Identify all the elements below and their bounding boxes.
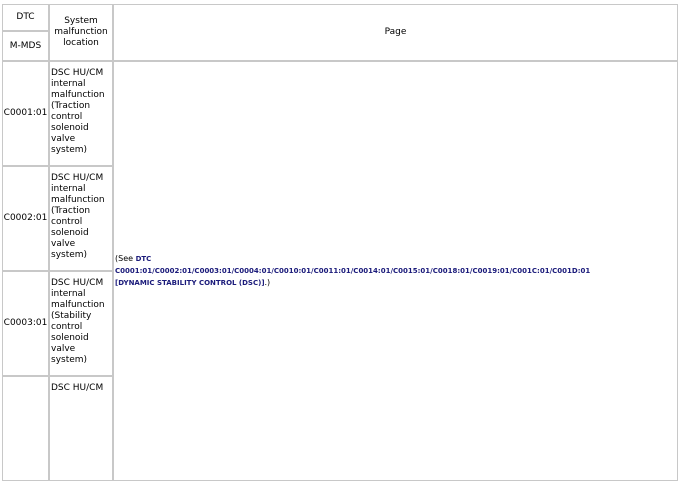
location-line: control [51, 322, 83, 332]
header-dtc: DTC [2, 4, 49, 31]
dtc-link-label[interactable]: DTC [136, 255, 152, 263]
header-location: System malfunction location [49, 4, 113, 61]
page-ref-line-2: C0001:01/C0002:01/C0003:01/C0004:01/C001… [115, 265, 677, 277]
location-line: malfunction [51, 90, 105, 100]
header-location-line: malfunction [54, 27, 108, 37]
location-line: control [51, 112, 83, 122]
header-page: Page [113, 4, 678, 61]
page-reference: (See DTC C0001:01/C0002:01/C0003:01/C000… [113, 61, 678, 481]
page-ref-line-1: (See DTC [115, 253, 677, 265]
malfunction-location: DSC HU/CM [49, 376, 113, 481]
location-line: internal [51, 79, 86, 89]
location-line: system) [51, 145, 88, 155]
location-line: internal [51, 184, 86, 194]
location-line: solenoid [51, 333, 89, 343]
location-line: DSC HU/CM [51, 68, 104, 78]
location-line: valve [51, 134, 76, 144]
location-line: valve [51, 344, 76, 354]
location-line: system) [51, 250, 88, 260]
page-ref-suffix: .) [264, 278, 271, 287]
header-mmds: M-MDS [2, 31, 49, 61]
location-line: DSC HU/CM [51, 173, 104, 183]
page-ref-prefix: (See [115, 254, 136, 263]
location-line: (Traction [51, 206, 91, 216]
dsc-section-link[interactable]: [DYNAMIC STABILITY CONTROL (DSC)] [115, 279, 265, 287]
location-line: system) [51, 355, 88, 365]
location-line: solenoid [51, 228, 89, 238]
dtc-code: C0001:01 [2, 61, 49, 166]
header-row-top: DTC System malfunction location Page [2, 4, 678, 61]
malfunction-location: DSC HU/CM internal malfunction (Traction… [49, 166, 113, 271]
location-line: malfunction [51, 300, 105, 310]
table-row: C0001:01 DSC HU/CM internal malfunction … [2, 61, 678, 481]
location-line: solenoid [51, 123, 89, 133]
dtc-code: C0003:01 [2, 271, 49, 376]
dtc-table: DTC System malfunction location Page M-M… [2, 4, 678, 481]
header-location-line: System [64, 16, 98, 26]
malfunction-location: DSC HU/CM internal malfunction (Traction… [49, 61, 113, 166]
location-line: DSC HU/CM [51, 383, 104, 393]
location-line: valve [51, 239, 76, 249]
header-location-line: location [63, 38, 99, 48]
malfunction-location: DSC HU/CM internal malfunction (Stabilit… [49, 271, 113, 376]
location-line: internal [51, 289, 86, 299]
dtc-code: C0002:01 [2, 166, 49, 271]
location-line: (Traction [51, 101, 91, 111]
page-ref-line-3: [DYNAMIC STABILITY CONTROL (DSC)].) [115, 277, 677, 289]
location-line: malfunction [51, 195, 105, 205]
dtc-code [2, 376, 49, 481]
location-line: control [51, 217, 83, 227]
location-line: (Stability [51, 311, 92, 321]
location-line: DSC HU/CM [51, 278, 104, 288]
dtc-codes-link[interactable]: C0001:01/C0002:01/C0003:01/C0004:01/C001… [115, 267, 590, 275]
